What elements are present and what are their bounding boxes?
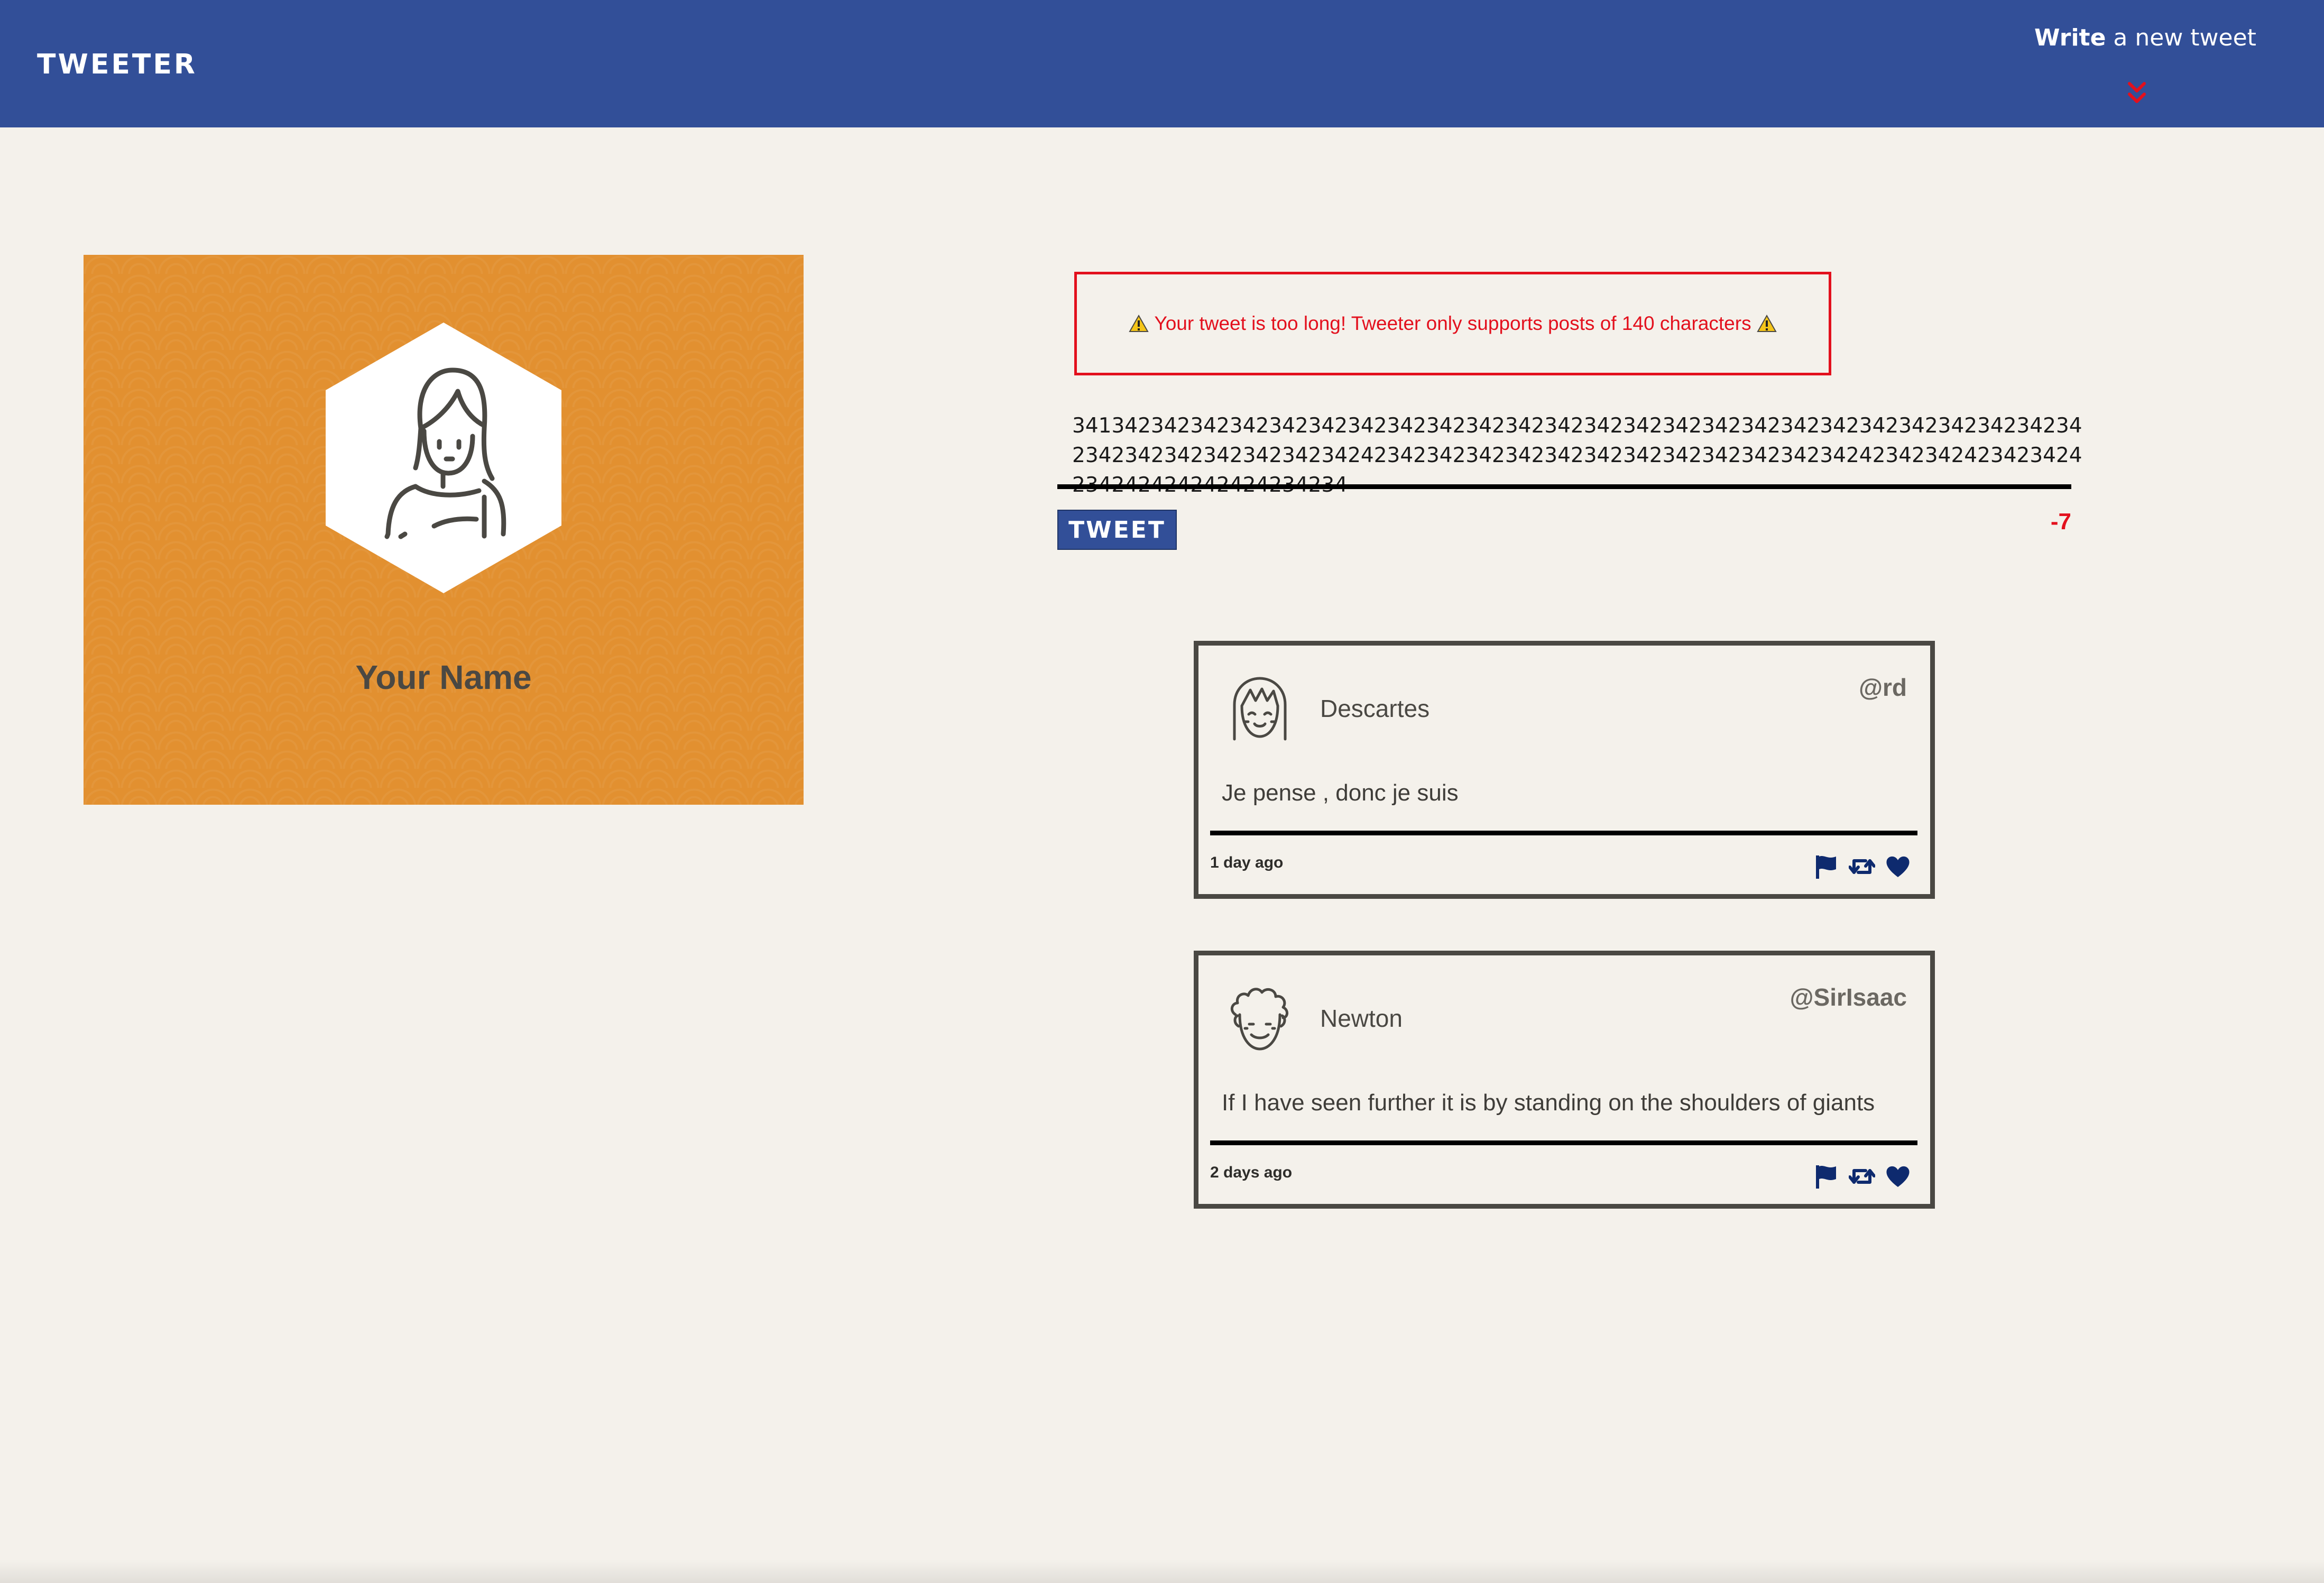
- brand-logo[interactable]: TWEETER: [37, 49, 197, 80]
- profile-avatar-icon: [326, 323, 561, 593]
- profile-name: Your Name: [355, 658, 532, 696]
- tweet-divider: [1210, 831, 1917, 835]
- tweet-author-handle: @rd: [1859, 674, 1907, 701]
- double-chevron-down-icon[interactable]: [2126, 80, 2147, 106]
- error-message: Your tweet is too long! Tweeter only sup…: [1074, 272, 1831, 375]
- profile-card: Your Name: [84, 255, 804, 805]
- tweet-author-handle: @SirIsaac: [1790, 983, 1907, 1011]
- curly-hair-avatar-icon: [1230, 988, 1288, 1051]
- flag-icon[interactable]: [1813, 853, 1839, 880]
- error-text: Your tweet is too long! Tweeter only sup…: [1154, 312, 1751, 334]
- retweet-icon[interactable]: [1849, 1163, 1875, 1190]
- tweet-content: If I have seen further it is by standing…: [1222, 1090, 1875, 1116]
- character-counter: -7: [2050, 509, 2071, 535]
- heart-icon[interactable]: [1885, 853, 1911, 880]
- tweet-author-name: Newton: [1320, 1005, 1403, 1032]
- tweet-timestamp: 1 day ago: [1210, 854, 1284, 871]
- tweet-card: Newton @SirIsaac If I have seen further …: [1194, 951, 1935, 1209]
- retweet-icon[interactable]: [1849, 853, 1875, 880]
- page-bottom-shadow: [0, 1560, 2324, 1583]
- girl-face-avatar-icon: [1233, 677, 1287, 741]
- compose-bold-label: Write: [2034, 24, 2106, 51]
- tweet-content: Je pense , donc je suis: [1222, 780, 1459, 806]
- warning-icon: [1129, 315, 1149, 332]
- compose-divider: [1057, 484, 2071, 489]
- write-new-tweet-button[interactable]: Write a new tweet: [2034, 24, 2256, 51]
- top-nav: TWEETER Write a new tweet: [0, 0, 2324, 127]
- tweet-actions: [1813, 1163, 1911, 1190]
- heart-icon[interactable]: [1885, 1163, 1911, 1190]
- tweet-author-name: Descartes: [1320, 695, 1430, 722]
- tweet-card: Descartes @rd Je pense , donc je suis 1 …: [1194, 641, 1935, 899]
- tweet-timestamp: 2 days ago: [1210, 1164, 1293, 1181]
- compose-rest-label: a new tweet: [2106, 24, 2256, 51]
- tweet-submit-button[interactable]: TWEET: [1057, 510, 1177, 550]
- flag-icon[interactable]: [1813, 1163, 1839, 1190]
- warning-icon: [1756, 315, 1777, 332]
- tweet-actions: [1813, 853, 1911, 880]
- tweet-divider: [1210, 1140, 1917, 1145]
